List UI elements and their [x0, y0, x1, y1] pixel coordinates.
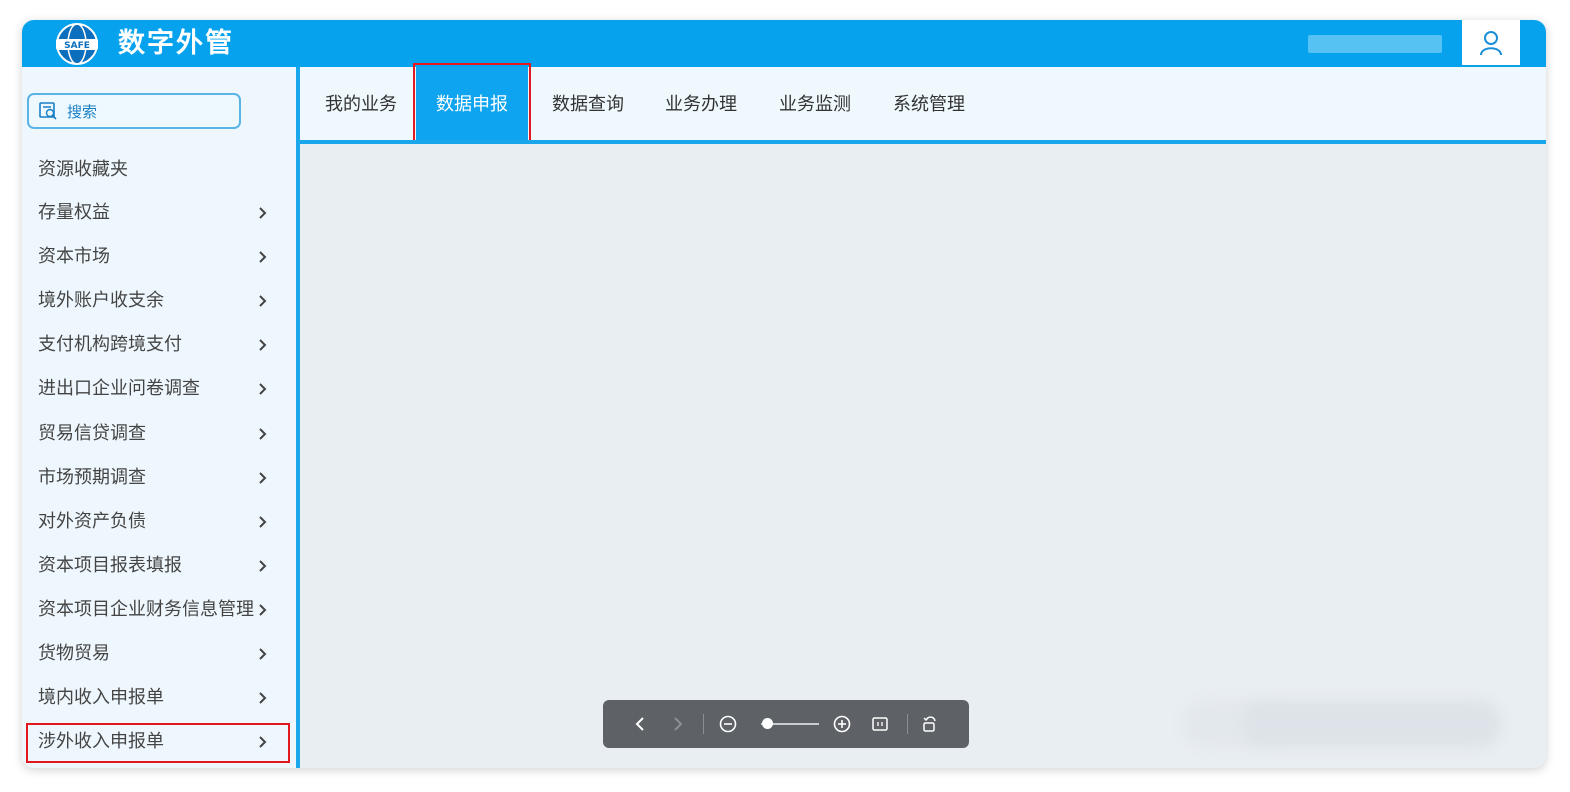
sidebar-item-overseas-account[interactable]: 境外账户收支余	[38, 286, 164, 316]
sidebar-item-cross-border-payment[interactable]: 支付机构跨境支付	[38, 330, 182, 360]
rotate-icon[interactable]	[919, 712, 941, 736]
chevron-right-icon	[258, 198, 272, 228]
chevron-right-icon	[258, 286, 272, 316]
sidebar-item-label: 进出口企业问卷调查	[38, 378, 200, 399]
chevron-right-icon[interactable]	[667, 712, 689, 736]
user-name-placeholder	[1308, 35, 1442, 53]
sidebar-item-label: 资本项目企业财务信息管理	[38, 599, 254, 620]
sidebar-item-trade-credit-survey[interactable]: 贸易信贷调查	[38, 419, 146, 449]
search-icon	[39, 102, 57, 120]
app-window: SAFE 数字外管 搜索 资源收藏夹 存量权益 资本市场 境外账户收支余 支付机…	[22, 20, 1546, 768]
search-button[interactable]: 搜索	[27, 93, 241, 129]
sidebar-item-domestic-income-declaration[interactable]: 境内收入申报单	[38, 683, 164, 713]
chevron-right-icon	[258, 419, 272, 449]
chevron-right-icon	[258, 242, 272, 272]
chevron-right-icon	[258, 595, 272, 625]
tab-business-monitoring[interactable]: 业务监测	[762, 67, 868, 142]
sidebar-item-label: 市场预期调查	[38, 467, 146, 488]
svg-text:SAFE: SAFE	[64, 41, 90, 51]
tab-label: 业务监测	[779, 94, 851, 115]
sidebar-item-capital-market[interactable]: 资本市场	[38, 242, 110, 272]
sidebar-item-label: 存量权益	[38, 202, 110, 223]
sidebar-item-goods-trade[interactable]: 货物贸易	[38, 639, 110, 669]
sidebar-item-label: 境外账户收支余	[38, 290, 164, 311]
tab-data-query[interactable]: 数据查询	[536, 67, 640, 142]
sidebar-item-capital-report-filing[interactable]: 资本项目报表填报	[38, 551, 182, 581]
app-title: 数字外管	[118, 28, 234, 59]
sidebar-item-label: 资本项目报表填报	[38, 555, 182, 576]
chevron-right-icon	[258, 463, 272, 493]
top-nav: 我的业务 数据申报 数据查询 业务办理 业务监测 系统管理	[300, 63, 1546, 143]
sidebar-item-capital-financial-info[interactable]: 资本项目企业财务信息管理	[38, 595, 254, 625]
sidebar-item-label: 贸易信贷调查	[38, 423, 146, 444]
tab-label: 我的业务	[325, 94, 397, 115]
chevron-right-icon	[258, 507, 272, 537]
tab-label: 系统管理	[893, 94, 965, 115]
fit-page-icon[interactable]	[869, 712, 891, 736]
sidebar: 搜索 资源收藏夹 存量权益 资本市场 境外账户收支余 支付机构跨境支付 进出口企…	[22, 67, 296, 768]
sidebar-item-resource-favorites[interactable]: 资源收藏夹	[38, 155, 128, 185]
tab-system-management[interactable]: 系统管理	[876, 67, 982, 142]
toolbar-divider	[907, 714, 908, 734]
sidebar-item-label: 资本市场	[38, 246, 110, 267]
sidebar-item-label: 货物贸易	[38, 643, 110, 664]
sidebar-item-market-expectation-survey[interactable]: 市场预期调查	[38, 463, 146, 493]
sidebar-item-foreign-assets-liabilities[interactable]: 对外资产负债	[38, 507, 146, 537]
sidebar-item-label: 资源收藏夹	[38, 159, 128, 180]
sidebar-item-label: 支付机构跨境支付	[38, 334, 182, 355]
tab-label: 数据查询	[552, 94, 624, 115]
sidebar-item-label: 境内收入申报单	[38, 687, 164, 708]
sidebar-item-stock-equity[interactable]: 存量权益	[38, 198, 110, 228]
sidebar-item-label: 对外资产负债	[38, 511, 146, 532]
highlight-box-tab	[413, 63, 531, 143]
chevron-left-icon[interactable]	[629, 712, 651, 736]
zoom-in-icon[interactable]	[831, 712, 853, 736]
tab-label: 业务办理	[665, 94, 737, 115]
main-content	[300, 144, 1546, 768]
chevron-right-icon	[258, 330, 272, 360]
viewer-toolbar	[603, 700, 969, 748]
chevron-right-icon	[258, 374, 272, 404]
user-icon	[1480, 30, 1502, 55]
chevron-right-icon	[258, 639, 272, 669]
chevron-right-icon	[258, 683, 272, 713]
chevron-right-icon	[258, 551, 272, 581]
user-button[interactable]	[1462, 20, 1520, 65]
top-bar: SAFE 数字外管	[22, 20, 1546, 67]
zoom-out-icon[interactable]	[717, 712, 739, 736]
zoom-slider-handle[interactable]	[762, 718, 773, 729]
tab-my-business[interactable]: 我的业务	[310, 67, 412, 142]
blurred-area	[1242, 700, 1502, 748]
toolbar-divider	[703, 714, 704, 734]
search-label: 搜索	[67, 102, 98, 121]
tab-business-handling[interactable]: 业务办理	[648, 67, 754, 142]
highlight-box-sidebar	[26, 723, 290, 763]
sidebar-item-import-export-survey[interactable]: 进出口企业问卷调查	[38, 374, 200, 404]
